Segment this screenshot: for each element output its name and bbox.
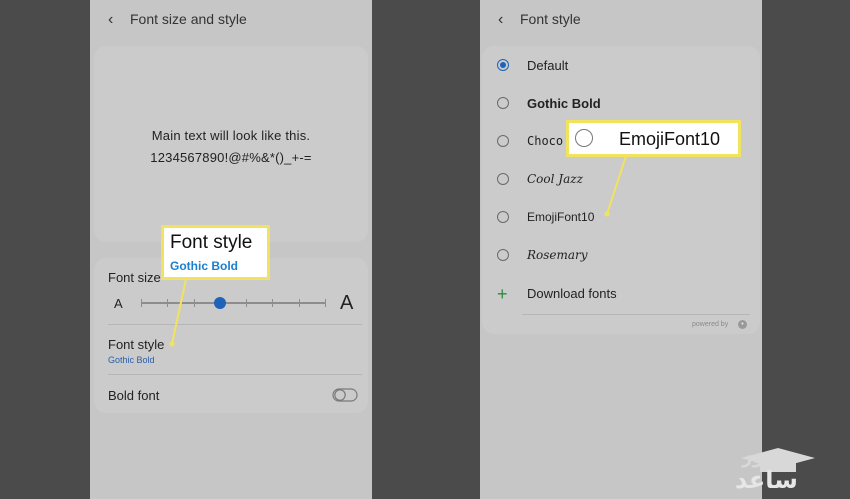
watermark-text: ساعد xyxy=(735,466,798,494)
emojifont-callout: EmojiFont10 xyxy=(566,120,741,157)
callout-label: EmojiFont10 xyxy=(619,129,721,149)
font-style-callout: Font style Gothic Bold xyxy=(161,225,270,280)
radio-icon xyxy=(575,129,593,147)
callout-subtitle: Gothic Bold xyxy=(170,259,238,273)
callout-leader-lines xyxy=(169,155,627,347)
watermark-text: نیوز xyxy=(742,447,778,468)
callout-title: Font style xyxy=(170,232,253,253)
